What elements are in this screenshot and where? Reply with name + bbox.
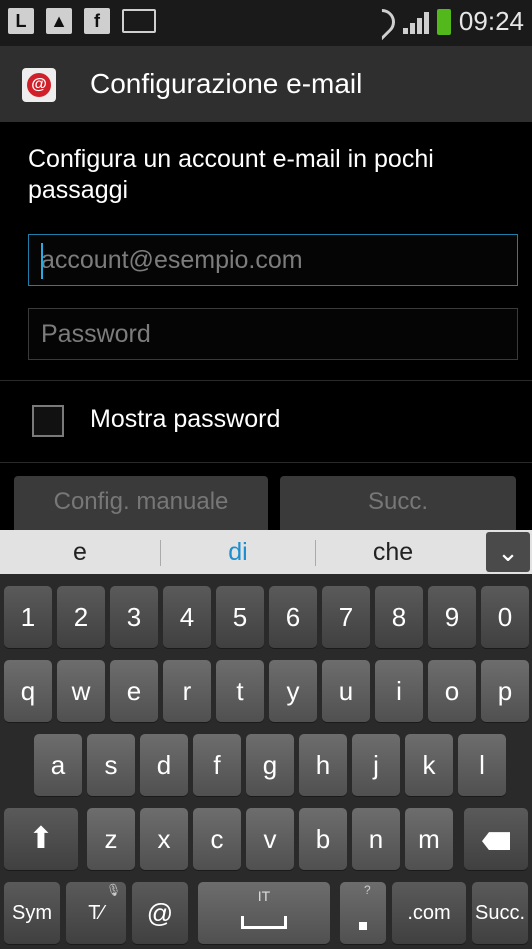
backspace-icon <box>482 832 510 851</box>
email-app-icon <box>22 68 56 102</box>
divider <box>0 380 532 381</box>
intro-text: Configura un account e-mail in pochi pas… <box>28 145 434 204</box>
page-title: Configurazione e-mail <box>90 68 363 99</box>
key[interactable]: 2 <box>57 586 105 648</box>
key[interactable]: m <box>405 808 453 870</box>
key[interactable]: r <box>163 660 211 722</box>
key[interactable]: 3 <box>110 586 158 648</box>
period-icon <box>359 922 367 930</box>
key[interactable]: 6 <box>269 586 317 648</box>
key[interactable]: k <box>405 734 453 796</box>
manual-setup-button[interactable]: Config. manuale <box>14 476 268 536</box>
title-bar: Configurazione e-mail <box>0 46 532 122</box>
backspace-button[interactable] <box>464 808 528 870</box>
status-right: 09:24 <box>363 3 524 40</box>
suggestion-item[interactable]: che <box>316 530 470 574</box>
keyboard-row-z: ⬆ z x c v b n m <box>0 808 532 870</box>
key[interactable]: 0 <box>481 586 529 648</box>
key[interactable]: n <box>352 808 400 870</box>
shift-arrow-up-icon[interactable]: ⬆ <box>4 808 78 870</box>
key[interactable]: u <box>322 660 370 722</box>
keyboard-icon <box>122 9 156 33</box>
email-placeholder: account@esempio.com <box>41 246 303 274</box>
password-field[interactable]: Password <box>28 308 518 360</box>
wifi-icon <box>363 3 401 40</box>
punctuation-hint-icon: ? <box>364 883 371 897</box>
handwriting-mic-key[interactable]: T⁄ 🎙 <box>66 882 126 944</box>
dotcom-key[interactable]: .com <box>392 882 466 944</box>
key[interactable]: y <box>269 660 317 722</box>
at-key[interactable]: @ <box>132 882 188 944</box>
signal-icon <box>402 10 429 34</box>
notification-icon: L <box>8 8 34 34</box>
next-button[interactable]: Succ. <box>280 476 516 536</box>
show-password-checkbox[interactable] <box>32 405 64 437</box>
suggestion-bar: e di che ⌄ <box>0 530 532 574</box>
setup-form: Configura un account e-mail in pochi pas… <box>0 122 532 536</box>
key[interactable]: q <box>4 660 52 722</box>
space-lang-label: IT <box>257 888 271 904</box>
facebook-icon: f <box>84 8 110 34</box>
text-caret <box>41 243 43 279</box>
key[interactable]: 4 <box>163 586 211 648</box>
key[interactable]: 9 <box>428 586 476 648</box>
space-key[interactable]: IT <box>198 882 330 944</box>
key[interactable]: z <box>87 808 135 870</box>
key[interactable]: s <box>87 734 135 796</box>
chevron-down-icon[interactable]: ⌄ <box>486 532 530 572</box>
keyboard-row-bottom: Sym T⁄ 🎙 @ IT ? .com Succ. <box>0 882 532 944</box>
key[interactable]: b <box>299 808 347 870</box>
handwriting-icon: T⁄ <box>88 902 104 924</box>
gallery-icon: ▲ <box>46 8 72 34</box>
key[interactable]: a <box>34 734 82 796</box>
email-field[interactable]: account@esempio.com <box>28 234 518 286</box>
divider <box>0 462 532 463</box>
key[interactable]: j <box>352 734 400 796</box>
key[interactable]: 7 <box>322 586 370 648</box>
key[interactable]: p <box>481 660 529 722</box>
show-password-label[interactable]: Mostra password <box>90 405 280 434</box>
status-bar: L ▲ f 09:24 <box>0 0 532 46</box>
key[interactable]: c <box>193 808 241 870</box>
mic-hint-icon: 🎙 <box>106 883 122 897</box>
key[interactable]: h <box>299 734 347 796</box>
key[interactable]: x <box>140 808 188 870</box>
next-key[interactable]: Succ. <box>472 882 528 944</box>
key[interactable]: v <box>246 808 294 870</box>
status-left: L ▲ f <box>8 8 156 34</box>
key[interactable]: g <box>246 734 294 796</box>
suggestion-item[interactable]: di <box>161 530 315 574</box>
period-key[interactable]: ? <box>340 882 386 944</box>
key[interactable]: 1 <box>4 586 52 648</box>
space-icon <box>241 915 287 929</box>
key[interactable]: w <box>57 660 105 722</box>
password-placeholder: Password <box>41 320 151 348</box>
clock: 09:24 <box>458 6 524 36</box>
key[interactable]: o <box>428 660 476 722</box>
key[interactable]: l <box>458 734 506 796</box>
key[interactable]: t <box>216 660 264 722</box>
key[interactable]: 8 <box>375 586 423 648</box>
key[interactable]: 5 <box>216 586 264 648</box>
key[interactable]: f <box>193 734 241 796</box>
keyboard-row-numbers: 1 2 3 4 5 6 7 8 9 0 <box>0 586 532 648</box>
keyboard: e di che ⌄ 1 2 3 4 5 6 7 8 9 0 q w e r t… <box>0 530 532 949</box>
keyboard-row-q: q w e r t y u i o p <box>0 660 532 722</box>
key[interactable]: d <box>140 734 188 796</box>
suggestion-item[interactable]: e <box>0 530 160 574</box>
keyboard-row-a: a s d f g h j k l <box>0 734 532 796</box>
battery-charging-icon <box>436 8 451 35</box>
key[interactable]: e <box>110 660 158 722</box>
sym-key[interactable]: Sym <box>4 882 60 944</box>
key[interactable]: i <box>375 660 423 722</box>
